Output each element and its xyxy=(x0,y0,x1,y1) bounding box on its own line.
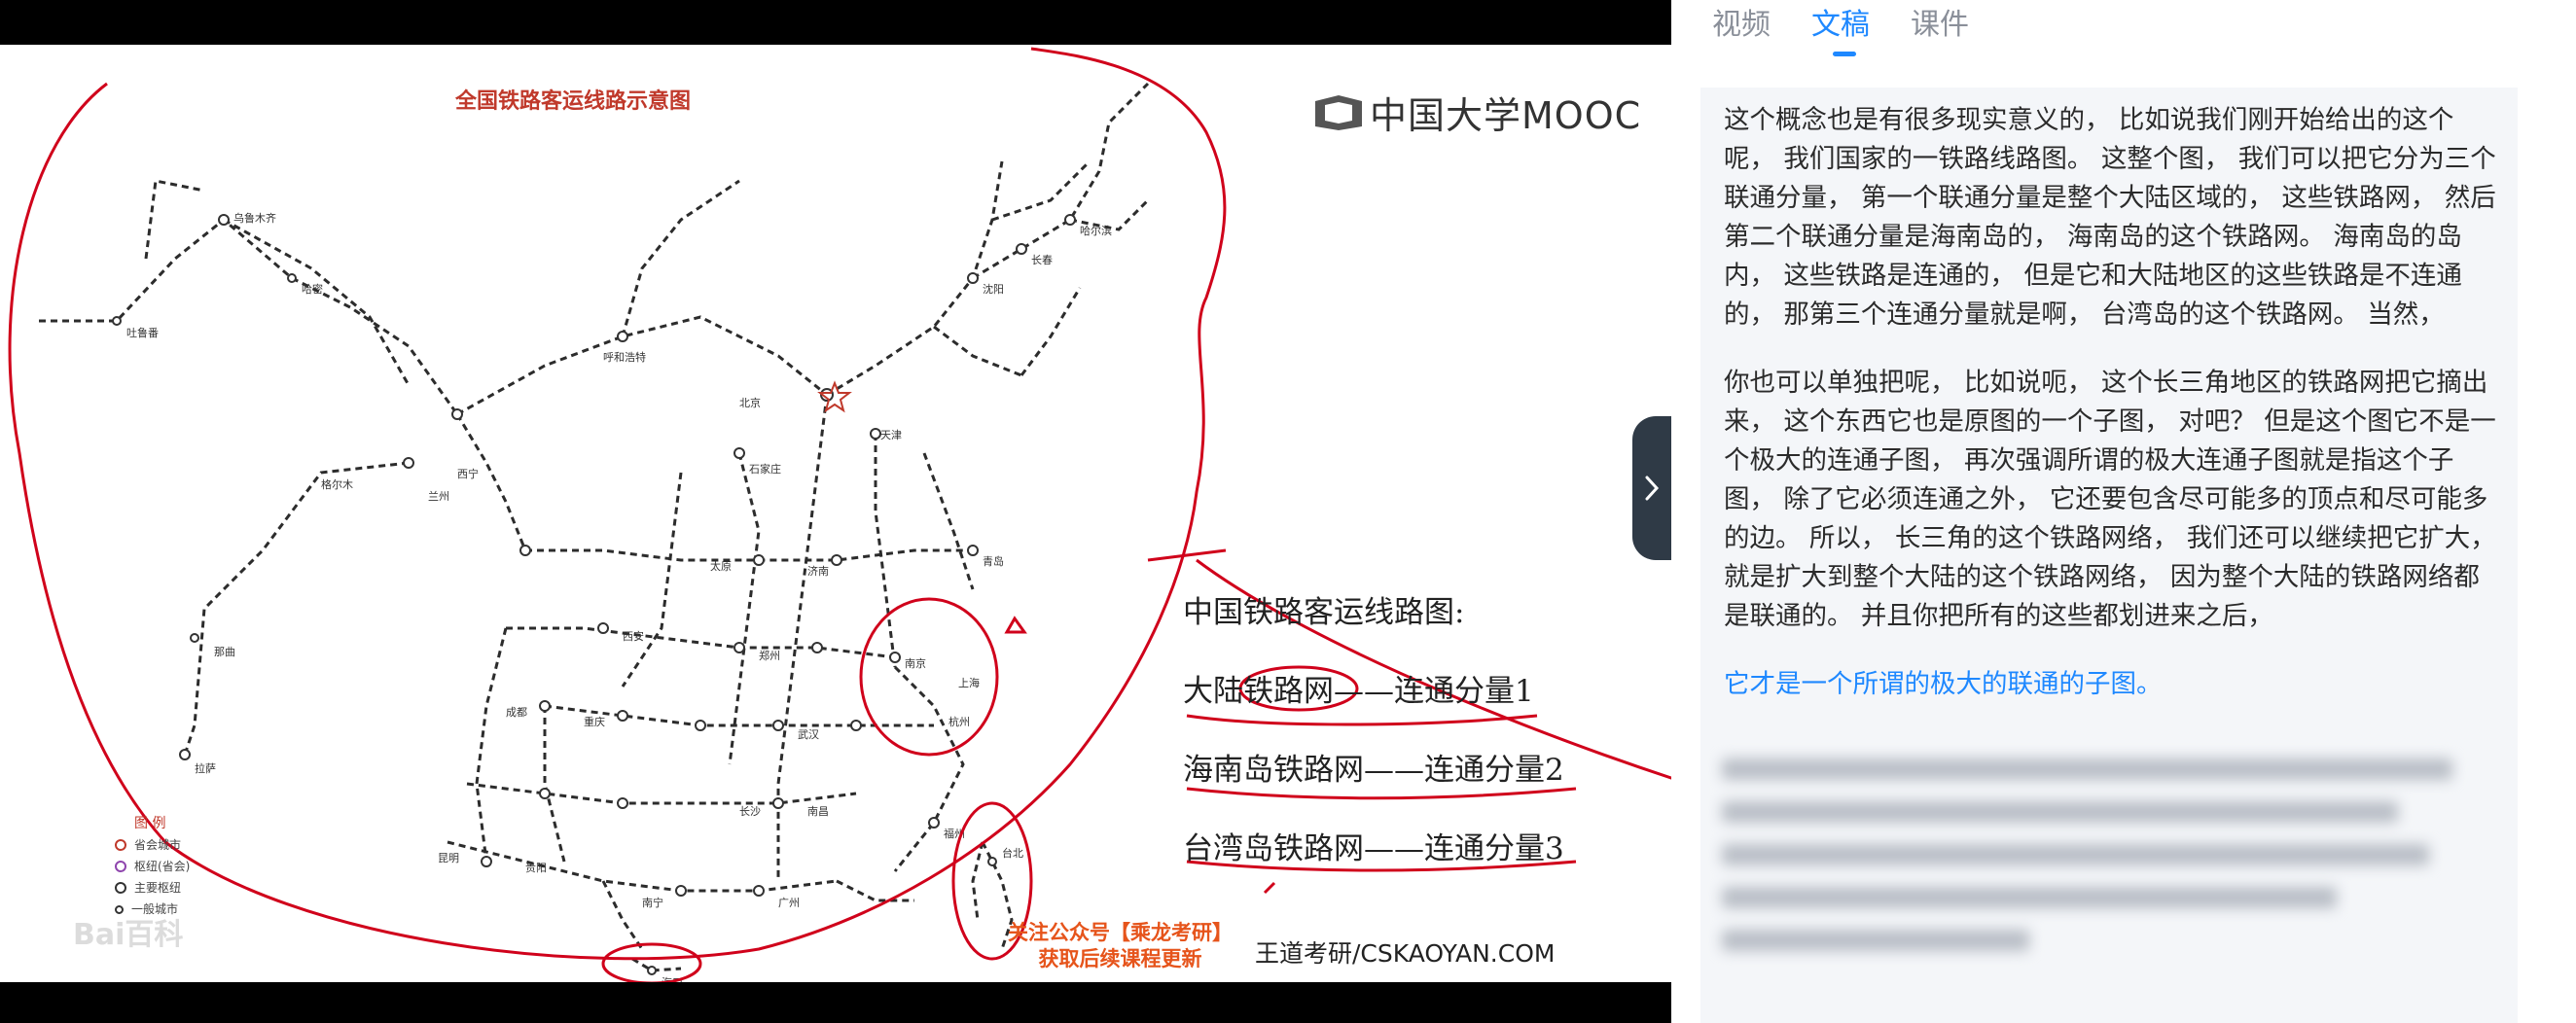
video-letterbox-bottom xyxy=(0,982,1671,1023)
svg-text:天津: 天津 xyxy=(880,429,902,441)
tab-transcript[interactable]: 文稿 xyxy=(1811,0,1870,56)
legend-item: 主要枢纽 xyxy=(115,877,190,899)
chevron-right-icon xyxy=(1645,476,1660,501)
legend-label: 枢纽(省会) xyxy=(134,860,191,873)
svg-text:长沙: 长沙 xyxy=(739,805,761,818)
legend-dot-icon xyxy=(115,882,126,894)
notes-line-2: 海南岛铁路网——连通分量2 xyxy=(1183,753,1564,788)
svg-text:吐鲁番: 吐鲁番 xyxy=(126,326,159,339)
svg-text:郑州: 郑州 xyxy=(759,649,780,662)
mooc-logo: 中国大学MOOC xyxy=(1313,86,1641,139)
notes-line-3: 台湾岛铁路网——连通分量3 xyxy=(1183,831,1564,866)
video-player[interactable]: 乌鲁木齐 吐鲁番 哈密 兰州 西宁 呼和浩特 北京 天津 石家庄 太原 济南 西… xyxy=(0,0,1671,1023)
notes-heading: 中国铁路客运线路图: xyxy=(1183,595,1465,630)
svg-text:广州: 广州 xyxy=(778,897,800,909)
transcript-paragraph: 这个概念也是有很多现实意义的， 比如说我们刚开始给出的这个呢， 我们国家的一铁路… xyxy=(1724,105,2496,330)
map-legend: 图 例 省会城市 枢纽(省会) 主要枢纽 一般城市 xyxy=(115,813,190,920)
svg-text:成都: 成都 xyxy=(506,706,527,719)
svg-text:格尔木: 格尔木 xyxy=(321,477,353,491)
svg-text:贵阳: 贵阳 xyxy=(525,862,547,874)
svg-text:哈密: 哈密 xyxy=(302,282,323,296)
blurred-transcript xyxy=(1722,758,2490,992)
legend-dot-icon xyxy=(115,861,126,872)
transcript-paragraph: 你也可以单独把呢， 比如说呃， 这个长三角地区的铁路网把它摘出来， 这个东西它也… xyxy=(1724,368,2496,631)
svg-text:武汉: 武汉 xyxy=(798,728,819,741)
svg-text:北京: 北京 xyxy=(739,396,761,409)
transcript-current-line[interactable]: 它才是一个所谓的极大的联通的子图。 xyxy=(1724,665,2502,704)
map-title: 全国铁路客运线路示意图 xyxy=(455,89,692,114)
legend-title: 图 例 xyxy=(134,816,166,831)
mooc-logo-icon xyxy=(1315,94,1362,130)
svg-text:济南: 济南 xyxy=(807,564,829,578)
tab-courseware[interactable]: 课件 xyxy=(1911,0,1969,56)
panel-toggle-button[interactable] xyxy=(1632,416,1671,560)
mooc-logo-text: 中国大学MOOC xyxy=(1370,94,1642,137)
svg-text:呼和浩特: 呼和浩特 xyxy=(603,350,646,364)
svg-text:兰州: 兰州 xyxy=(428,490,449,503)
transcript-text: 这个概念也是有很多现实意义的， 比如说我们刚开始给出的这个呢， 我们国家的一铁路… xyxy=(1724,101,2502,733)
legend-item: 省会城市 xyxy=(115,834,190,856)
notes-line-1: 大陆铁路网——连通分量1 xyxy=(1183,674,1534,709)
legend-item: 枢纽(省会) xyxy=(115,856,190,877)
svg-text:乌鲁木齐: 乌鲁木齐 xyxy=(233,211,276,225)
svg-text:南昌: 南昌 xyxy=(807,805,829,818)
baike-watermark: Bai百科 xyxy=(73,918,184,952)
svg-text:长春: 长春 xyxy=(1031,254,1053,266)
svg-text:石家庄: 石家庄 xyxy=(749,462,781,476)
promo-text: 关注公众号【乘龙考研】 获取后续课程更新 xyxy=(1008,920,1233,972)
legend-label: 主要枢纽 xyxy=(134,881,182,895)
svg-text:哈尔滨: 哈尔滨 xyxy=(1080,224,1112,237)
svg-text:南宁: 南宁 xyxy=(642,896,663,909)
promo-line-2: 获取后续课程更新 xyxy=(1038,947,1202,970)
svg-text:上海: 上海 xyxy=(958,676,980,689)
brand-watermark: 王道考研/CSKAOYAN.COM xyxy=(1255,939,1556,968)
svg-text:那曲: 那曲 xyxy=(214,646,235,658)
svg-text:拉萨: 拉萨 xyxy=(195,761,216,775)
legend-label: 省会城市 xyxy=(134,838,182,852)
tab-video[interactable]: 视频 xyxy=(1712,0,1771,56)
svg-text:沈阳: 沈阳 xyxy=(983,282,1004,296)
promo-line-1: 关注公众号【乘龙考研】 xyxy=(1008,921,1233,944)
svg-text:昆明: 昆明 xyxy=(438,852,459,864)
legend-dot-icon xyxy=(115,839,126,851)
lecture-notes: 中国铁路客运线路图: 大陆铁路网——连通分量1 海南岛铁路网——连通分量2 台湾… xyxy=(1183,587,1564,902)
svg-text:太原: 太原 xyxy=(710,560,732,573)
panel-tabs: 视频 文稿 课件 xyxy=(1712,0,1969,56)
svg-text:重庆: 重庆 xyxy=(584,715,605,728)
video-letterbox-top xyxy=(0,0,1671,45)
svg-text:西安: 西安 xyxy=(623,629,644,643)
svg-text:杭州: 杭州 xyxy=(948,715,970,728)
svg-text:西宁: 西宁 xyxy=(457,467,479,480)
svg-text:台北: 台北 xyxy=(1002,846,1023,860)
svg-text:青岛: 青岛 xyxy=(983,554,1004,568)
svg-text:南京: 南京 xyxy=(905,656,926,670)
